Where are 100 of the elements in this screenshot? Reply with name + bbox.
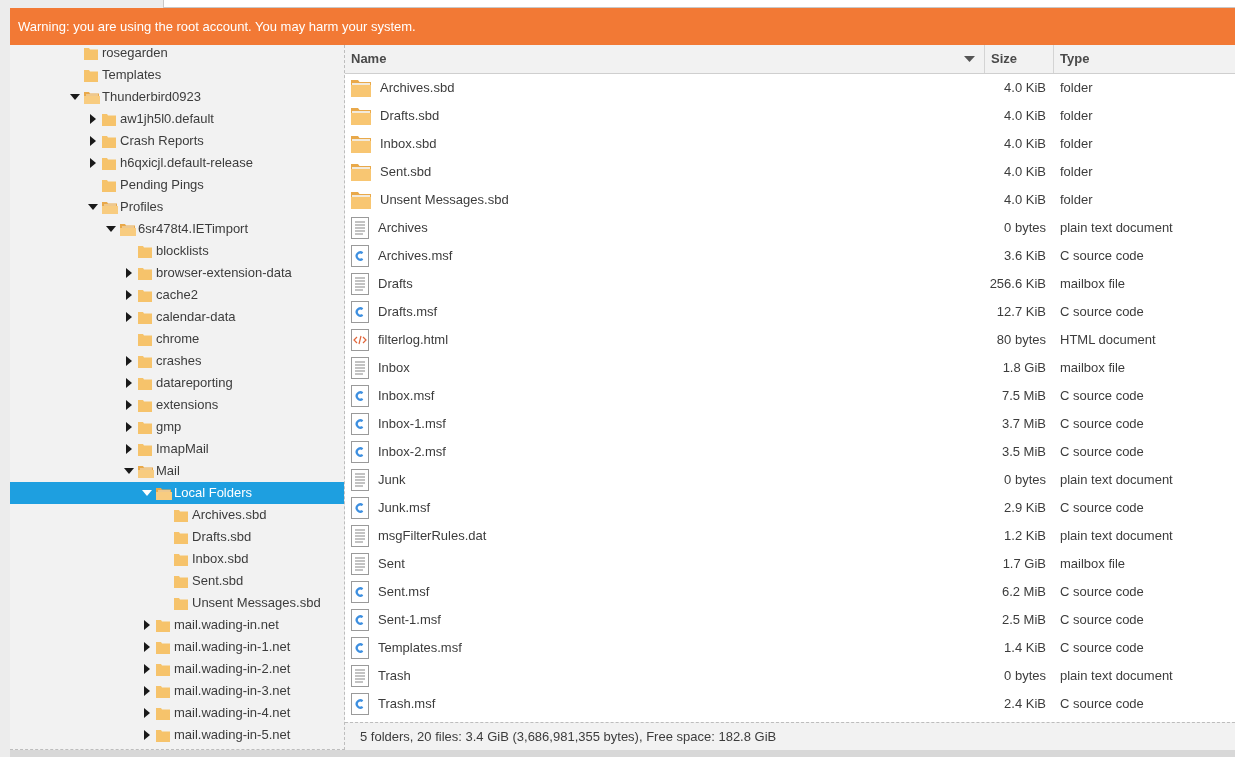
- folder-icon: [138, 398, 152, 412]
- file-type: folder: [1059, 191, 1094, 210]
- file-name[interactable]: Drafts.sbd: [380, 106, 440, 126]
- file-name[interactable]: Templates.msf: [378, 638, 462, 658]
- tree-item[interactable]: blocklists: [10, 240, 344, 262]
- collapsed-arrow-icon[interactable]: [126, 400, 132, 410]
- file-type: folder: [1059, 79, 1094, 98]
- collapsed-arrow-icon[interactable]: [126, 378, 132, 388]
- tree-item[interactable]: rosegarden: [10, 45, 344, 64]
- file-name[interactable]: Archives: [378, 218, 428, 238]
- file-size: 2.4 KiB: [1003, 695, 1047, 714]
- column-header[interactable]: Size: [984, 45, 1053, 73]
- tree-item[interactable]: Inbox.sbd: [10, 548, 344, 570]
- column-header[interactable]: Type: [1053, 45, 1235, 73]
- file-type: plain text document: [1059, 219, 1174, 238]
- file-size: 1.7 GiB: [1001, 555, 1047, 574]
- tree-item[interactable]: datareporting: [10, 372, 344, 394]
- folder-icon: [174, 530, 188, 544]
- tree-item[interactable]: crashes: [10, 350, 344, 372]
- file-name[interactable]: Sent.msf: [378, 582, 430, 602]
- collapsed-arrow-icon[interactable]: [144, 620, 150, 630]
- tree-item[interactable]: mail.wading-in-4.net: [10, 702, 344, 724]
- file-name[interactable]: Inbox.sbd: [380, 134, 437, 154]
- file-name[interactable]: filterlog.html: [378, 330, 449, 350]
- file-name[interactable]: Junk.msf: [378, 498, 430, 518]
- collapsed-arrow-icon[interactable]: [126, 444, 132, 454]
- file-name[interactable]: Sent.sbd: [380, 162, 432, 182]
- collapsed-arrow-icon[interactable]: [90, 114, 96, 124]
- tree-item[interactable]: extensions: [10, 394, 344, 416]
- file-name[interactable]: msgFilterRules.dat: [378, 526, 487, 546]
- file-name[interactable]: Inbox: [378, 358, 410, 378]
- tree-item[interactable]: mail.wading-in-2.net: [10, 658, 344, 680]
- file-size: 0 bytes: [1003, 667, 1047, 686]
- collapsed-arrow-icon[interactable]: [144, 686, 150, 696]
- file-name[interactable]: Inbox-1.msf: [378, 414, 446, 434]
- tree-item[interactable]: Templates: [10, 64, 344, 86]
- collapsed-arrow-icon[interactable]: [90, 158, 96, 168]
- c-source-file-icon: [351, 637, 369, 659]
- expanded-arrow-icon[interactable]: [106, 226, 116, 232]
- file-name[interactable]: Unsent Messages.sbd: [380, 190, 509, 210]
- tree-item[interactable]: chrome: [10, 328, 344, 350]
- tree-item[interactable]: Mail: [10, 460, 344, 482]
- c-source-file-icon: [351, 693, 369, 715]
- folder-icon: [138, 332, 152, 346]
- tree-item[interactable]: browser-extension-data: [10, 262, 344, 284]
- location-field[interactable]: [163, 0, 1235, 8]
- expanded-arrow-icon[interactable]: [124, 468, 134, 474]
- tree-item[interactable]: cache2: [10, 284, 344, 306]
- tree-item[interactable]: Profiles: [10, 196, 344, 218]
- tree-item[interactable]: Thunderbird0923: [10, 86, 344, 108]
- collapsed-arrow-icon[interactable]: [144, 642, 150, 652]
- file-name[interactable]: Junk: [378, 470, 406, 490]
- tree-item[interactable]: ImapMail: [10, 438, 344, 460]
- tree-item[interactable]: aw1jh5l0.default: [10, 108, 344, 130]
- tree-item[interactable]: mail.wading-in-3.net: [10, 680, 344, 702]
- collapsed-arrow-icon[interactable]: [126, 356, 132, 366]
- collapsed-arrow-icon[interactable]: [126, 268, 132, 278]
- file-name[interactable]: Drafts.msf: [378, 302, 438, 322]
- c-source-file-icon: [351, 581, 369, 603]
- tree-item[interactable]: calendar-data: [10, 306, 344, 328]
- file-size: 2.9 KiB: [1003, 499, 1047, 518]
- tree-item[interactable]: Drafts.sbd: [10, 526, 344, 548]
- tree-item[interactable]: 6sr478t4.IETimport: [10, 218, 344, 240]
- expanded-arrow-icon[interactable]: [88, 204, 98, 210]
- tree-item[interactable]: h6qxicjl.default-release: [10, 152, 344, 174]
- folder-icon: [351, 79, 371, 97]
- file-name[interactable]: Archives.sbd: [380, 78, 455, 98]
- tree-item[interactable]: Archives.sbd: [10, 504, 344, 526]
- file-name[interactable]: Drafts: [378, 274, 413, 294]
- file-size: 1.8 GiB: [1001, 359, 1047, 378]
- collapsed-arrow-icon[interactable]: [144, 730, 150, 740]
- tree-item[interactable]: gmp: [10, 416, 344, 438]
- folder-icon: [138, 354, 152, 368]
- collapsed-arrow-icon[interactable]: [144, 708, 150, 718]
- column-header[interactable]: Name: [345, 45, 984, 73]
- file-type: C source code: [1059, 499, 1145, 518]
- file-name[interactable]: Inbox.msf: [378, 386, 435, 406]
- text-document-icon: [351, 665, 369, 687]
- tree-item[interactable]: Crash Reports: [10, 130, 344, 152]
- tree-item[interactable]: Pending Pings: [10, 174, 344, 196]
- expanded-arrow-icon[interactable]: [70, 94, 80, 100]
- tree-item[interactable]: Unsent Messages.sbd: [10, 592, 344, 614]
- file-size: 1.2 KiB: [1003, 527, 1047, 546]
- file-name[interactable]: Sent: [378, 554, 405, 574]
- file-name[interactable]: Sent-1.msf: [378, 610, 441, 630]
- tree-item[interactable]: mail.wading-in.net: [10, 614, 344, 636]
- file-type: C source code: [1059, 415, 1145, 434]
- file-name[interactable]: Archives.msf: [378, 246, 453, 266]
- collapsed-arrow-icon[interactable]: [144, 664, 150, 674]
- file-name[interactable]: Trash: [378, 666, 411, 686]
- collapsed-arrow-icon[interactable]: [126, 422, 132, 432]
- tree-item[interactable]: mail.wading-in-5.net: [10, 724, 344, 746]
- folder-icon: [156, 618, 170, 632]
- file-name[interactable]: Inbox-2.msf: [378, 442, 446, 462]
- tree-item[interactable]: Sent.sbd: [10, 570, 344, 592]
- tree-item[interactable]: mail.wading-in-1.net: [10, 636, 344, 658]
- collapsed-arrow-icon[interactable]: [90, 136, 96, 146]
- file-name[interactable]: Trash.msf: [378, 694, 436, 714]
- collapsed-arrow-icon[interactable]: [126, 312, 132, 322]
- collapsed-arrow-icon[interactable]: [126, 290, 132, 300]
